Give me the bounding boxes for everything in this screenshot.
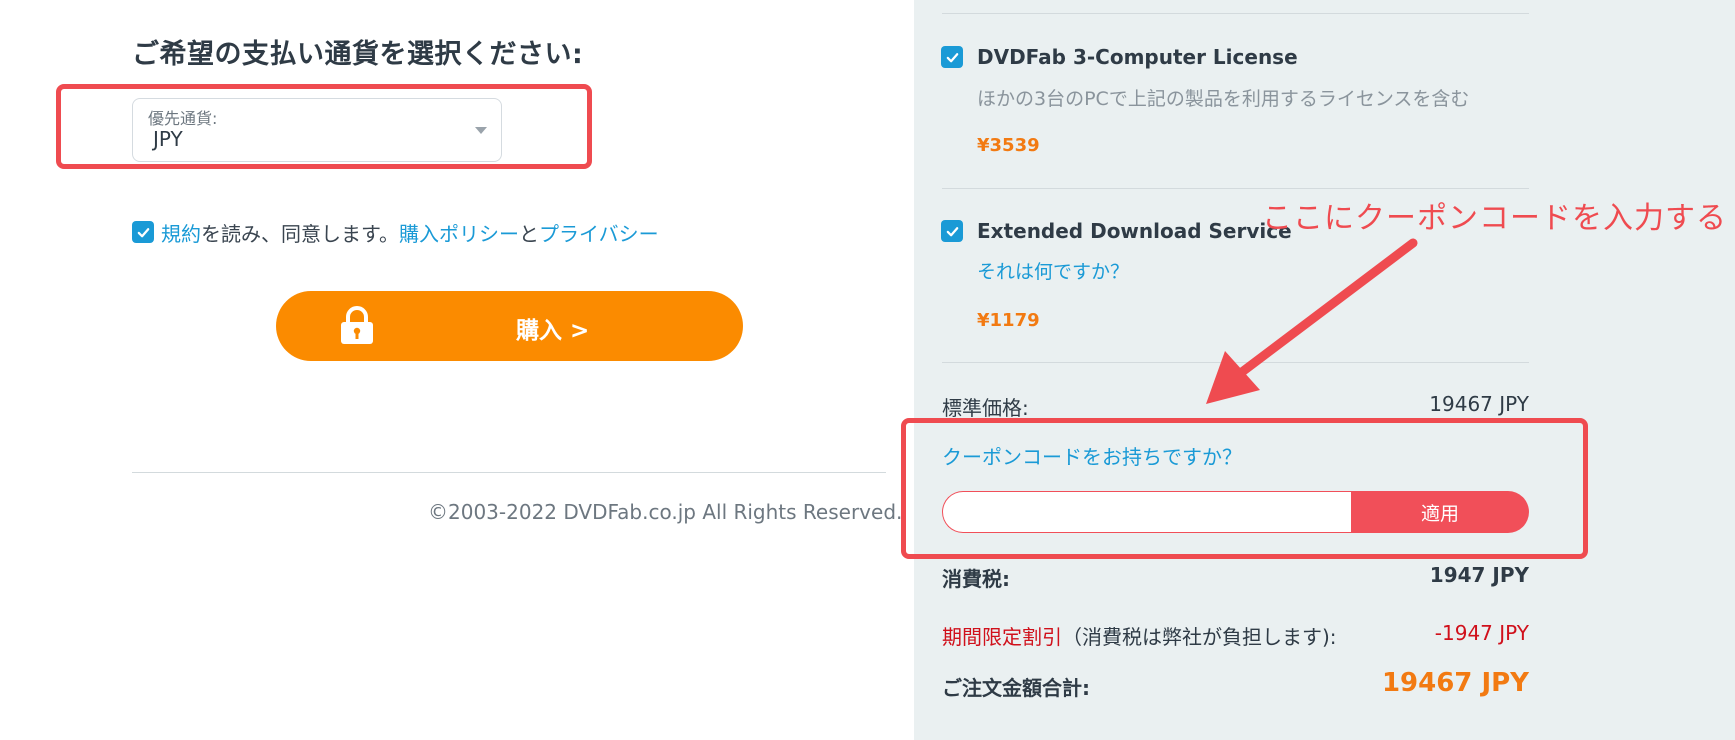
checkmark-icon bbox=[946, 226, 958, 236]
agreement-text: 規約を読み、同意します。購入ポリシーとプライバシー bbox=[161, 218, 659, 247]
buy-button-label: 購入 > bbox=[516, 318, 590, 344]
item-description: ほかの3台のPCで上記の製品を利用するライセンスを含む bbox=[977, 88, 1470, 110]
divider bbox=[942, 362, 1529, 363]
divider bbox=[132, 472, 886, 473]
standard-price-label: 標準価格: bbox=[942, 396, 1029, 420]
tax-value: 1947 JPY bbox=[1429, 563, 1529, 587]
total-label: ご注文金額合計: bbox=[942, 676, 1090, 700]
agreement-text-1: を読み、同意します。 bbox=[201, 222, 399, 246]
checkmark-icon bbox=[946, 52, 958, 62]
item-checkbox-extended-download[interactable] bbox=[941, 220, 963, 242]
buy-button[interactable]: 購入 > bbox=[276, 291, 743, 361]
annotation-text: ここにクーポンコードを入力する bbox=[1262, 201, 1727, 236]
coupon-highlight-box bbox=[901, 418, 1588, 559]
standard-price-value: 19467 JPY bbox=[1429, 392, 1529, 416]
item-title: Extended Download Service bbox=[977, 219, 1292, 243]
divider bbox=[942, 188, 1529, 189]
divider bbox=[942, 13, 1529, 14]
tax-label: 消費税: bbox=[942, 567, 1010, 591]
item-price: ¥1179 bbox=[977, 310, 1040, 331]
agree-checkbox[interactable] bbox=[132, 221, 154, 243]
total-value: 19467 JPY bbox=[1381, 668, 1529, 698]
discount-note: （消費税は弊社が負担します): bbox=[1062, 625, 1337, 649]
item-price: ¥3539 bbox=[977, 135, 1040, 156]
checkmark-icon bbox=[137, 227, 149, 237]
terms-link[interactable]: 規約 bbox=[161, 222, 201, 246]
discount-row: 期間限定割引（消費税は弊社が負担します): bbox=[942, 621, 1337, 650]
lock-icon bbox=[341, 306, 373, 344]
privacy-link[interactable]: プライバシー bbox=[539, 222, 659, 246]
discount-value: -1947 JPY bbox=[1434, 621, 1529, 645]
copyright-text: ©2003-2022 DVDFab.co.jp All Rights Reser… bbox=[428, 500, 903, 524]
what-is-this-link[interactable]: それは何ですか？ bbox=[977, 257, 1129, 284]
currency-heading: ご希望の支払い通貨を選択ください: bbox=[132, 39, 584, 70]
item-title: DVDFab 3-Computer License bbox=[977, 45, 1298, 69]
item-checkbox-3-computer-license[interactable] bbox=[941, 46, 963, 68]
purchase-policy-link[interactable]: 購入ポリシー bbox=[399, 222, 519, 246]
discount-label: 期間限定割引 bbox=[942, 625, 1062, 649]
currency-highlight-box bbox=[56, 84, 592, 169]
agreement-text-2: と bbox=[519, 222, 539, 246]
